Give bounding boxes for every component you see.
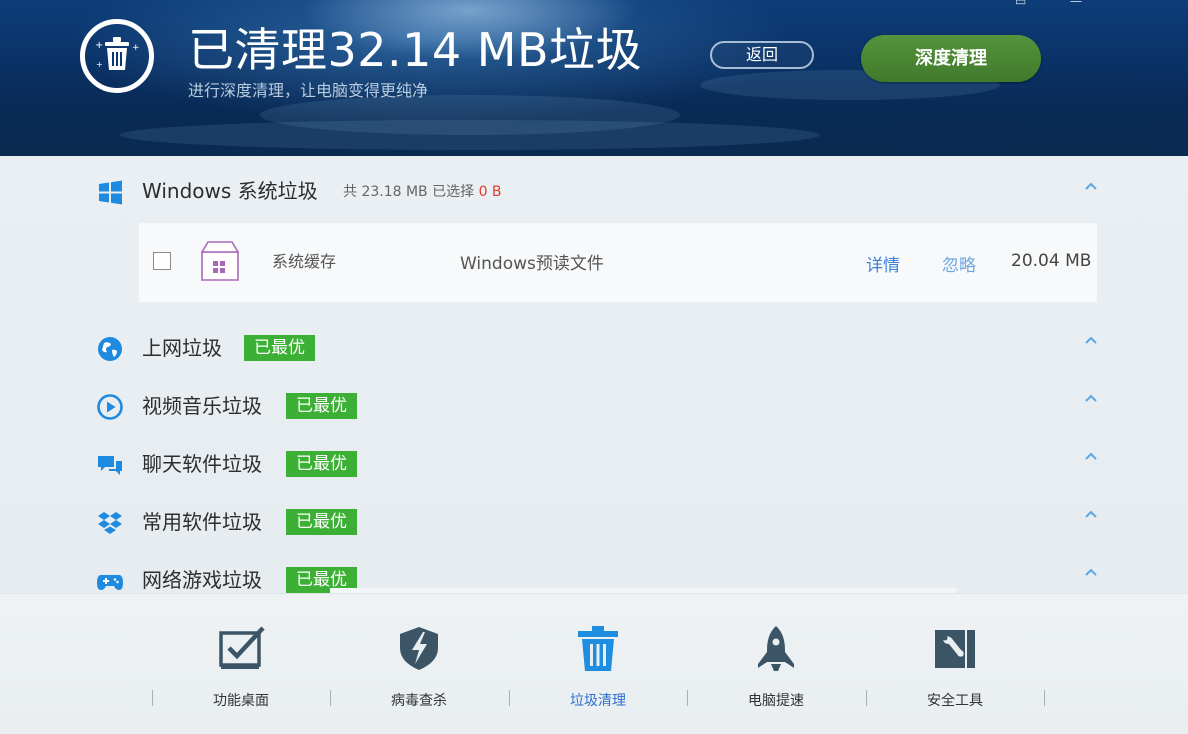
item-size: 20.04 MB (1011, 251, 1092, 271)
category-title: Windows 系统垃圾 (142, 179, 318, 203)
header: ▭ — + + + 已清理32.14 MB垃圾 进行深度清理，让电脑变得更纯净 … (0, 0, 1188, 156)
play-icon (97, 394, 123, 420)
chevron-up-icon[interactable] (1083, 450, 1099, 462)
details-link[interactable]: 详情 (866, 251, 900, 276)
chevron-up-icon[interactable] (1083, 566, 1099, 578)
nav-label: 功能桌面 (213, 693, 269, 709)
svg-text:+: + (95, 40, 103, 51)
category-title: 上网垃圾 (142, 336, 222, 360)
svg-text:+: + (132, 43, 140, 53)
junk-category-list: Windows 系统垃圾 共 23.18 MB 已选择 0 B 系统缓存 Win… (0, 156, 1188, 593)
checkbox-icon (219, 626, 265, 669)
gamepad-icon (97, 575, 123, 590)
category-title: 视频音乐垃圾 (142, 394, 262, 418)
item-name: 系统缓存 (272, 252, 337, 271)
nav-speed-up[interactable]: 电脑提速 (687, 594, 865, 734)
item-description: Windows预读文件 (460, 254, 604, 274)
chat-icon (98, 456, 122, 475)
optimized-badge: 已最优 (244, 335, 315, 361)
nav-junk-clean[interactable]: 垃圾清理 (509, 594, 687, 734)
category-internet[interactable]: 上网垃圾 已最优 (96, 333, 396, 363)
nav-function-desktop[interactable]: 功能桌面 (152, 594, 330, 734)
nav-virus-scan[interactable]: 病毒查杀 (330, 594, 508, 734)
toolbox-icon (935, 630, 975, 668)
minimize-window-icon[interactable]: — (1070, 0, 1082, 8)
item-checkbox[interactable] (153, 252, 171, 270)
globe-icon (98, 337, 122, 361)
nav-label: 病毒查杀 (391, 693, 447, 709)
shield-icon (400, 627, 438, 670)
back-button[interactable]: 返回 (710, 41, 814, 69)
category-chat-software[interactable]: 聊天软件垃圾 已最优 (96, 449, 396, 479)
nav-security-tools[interactable]: 安全工具 (866, 594, 1044, 734)
category-size-meta: 共 23.18 MB 已选择 0 B (343, 184, 502, 200)
windows-icon (99, 180, 122, 205)
trash-logo-icon: + + + (80, 19, 154, 93)
rocket-icon (758, 626, 794, 671)
nav-separator (1044, 690, 1045, 706)
system-cache-icon (201, 241, 239, 281)
chevron-up-icon[interactable] (1083, 180, 1099, 192)
optimized-badge: 已最优 (286, 509, 357, 535)
nav-label: 电脑提速 (748, 693, 804, 709)
category-title: 常用软件垃圾 (142, 510, 262, 534)
list-item[interactable]: 系统缓存 Windows预读文件 详情 忽略 20.04 MB (139, 223, 1097, 302)
page-title: 已清理32.14 MB垃圾 (188, 23, 643, 77)
optimized-badge: 已最优 (286, 393, 357, 419)
selected-size: 0 B (478, 184, 502, 200)
svg-text:+: + (96, 60, 103, 69)
trash-icon (578, 626, 618, 671)
header-wave (120, 120, 820, 150)
optimized-badge: 已最优 (286, 451, 357, 477)
bottom-navigation: 功能桌面 病毒查杀 垃圾清理 电脑提速 安全工具 (0, 593, 1188, 734)
category-common-software[interactable]: 常用软件垃圾 已最优 (96, 507, 396, 537)
category-title: 聊天软件垃圾 (142, 452, 262, 476)
deep-clean-button[interactable]: 深度清理 (861, 35, 1041, 82)
chevron-up-icon[interactable] (1083, 508, 1099, 520)
category-windows-system[interactable]: Windows 系统垃圾 共 23.18 MB 已选择 0 B (96, 176, 1106, 206)
nav-label: 垃圾清理 (570, 693, 626, 709)
dropbox-icon (98, 512, 122, 534)
category-video-music[interactable]: 视频音乐垃圾 已最优 (96, 391, 396, 421)
nav-label: 安全工具 (927, 693, 983, 709)
page-subtitle: 进行深度清理，让电脑变得更纯净 (188, 81, 429, 100)
category-title: 网络游戏垃圾 (142, 568, 262, 592)
restore-window-icon[interactable]: ▭ (1015, 0, 1026, 8)
chevron-up-icon[interactable] (1083, 392, 1099, 404)
ignore-link[interactable]: 忽略 (942, 251, 976, 276)
chevron-up-icon[interactable] (1083, 334, 1099, 346)
